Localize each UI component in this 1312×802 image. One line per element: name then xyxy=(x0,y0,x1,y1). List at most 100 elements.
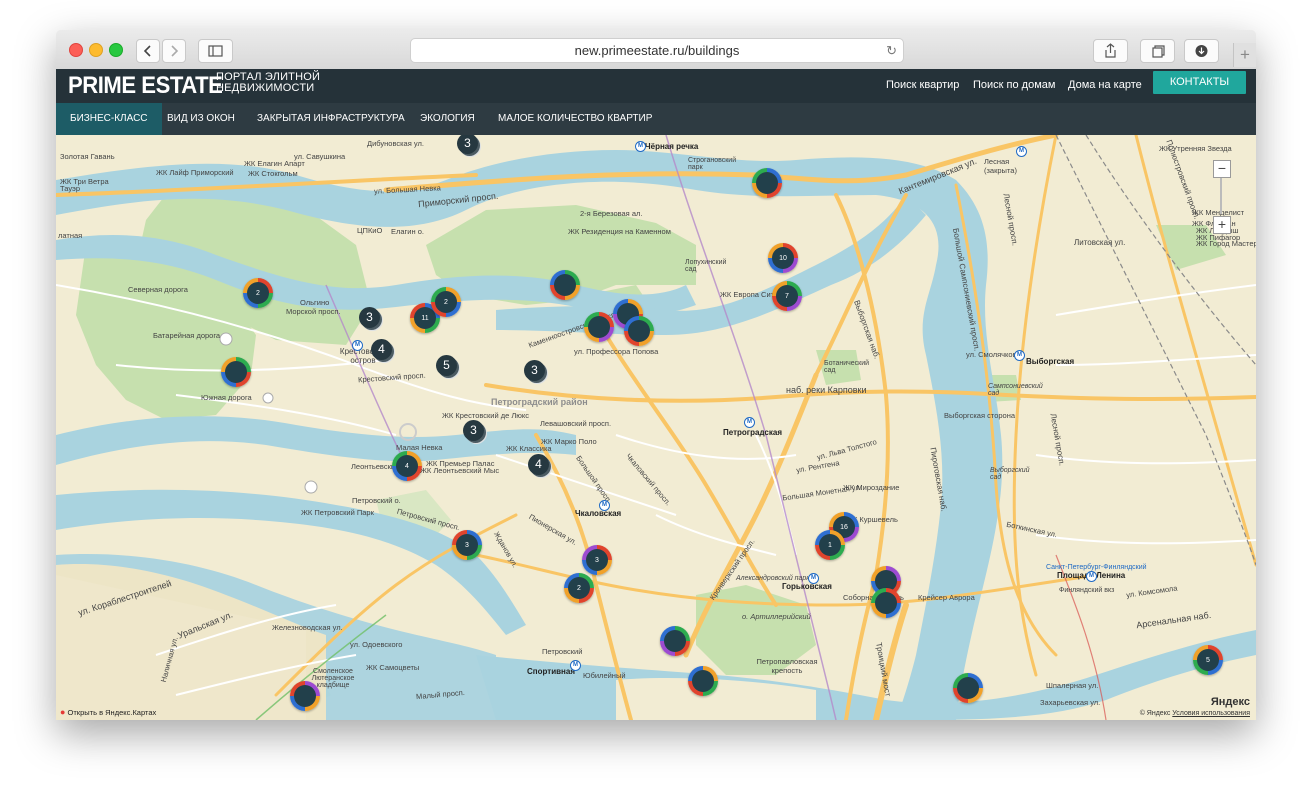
forward-button[interactable] xyxy=(162,39,186,63)
zoom-window-button[interactable] xyxy=(109,43,123,57)
building-marker[interactable]: 3 xyxy=(452,530,482,560)
site-tagline: ПОРТАЛ ЭЛИТНОЙ НЕДВИЖИМОСТИ xyxy=(216,71,321,94)
building-cluster[interactable]: 5 xyxy=(436,355,457,376)
back-button[interactable] xyxy=(136,39,160,63)
map-label: ЖК Резиденция на Каменном xyxy=(568,227,671,236)
nav-apartment-search[interactable]: Поиск квартир xyxy=(886,79,959,91)
building-marker[interactable] xyxy=(688,666,718,696)
map-label: ЖК Самоцветы xyxy=(366,663,420,672)
building-marker[interactable]: 7 xyxy=(772,281,802,311)
map-label: Батарейная дорога xyxy=(153,331,221,340)
building-marker[interactable] xyxy=(660,626,690,656)
building-marker[interactable] xyxy=(584,312,614,342)
building-cluster[interactable]: 4 xyxy=(371,339,392,360)
building-marker[interactable] xyxy=(550,270,580,300)
map-base xyxy=(56,135,1256,720)
marker-count: 3 xyxy=(456,534,478,556)
map-label: Санкт-Петербург-Финляндский xyxy=(1046,564,1147,571)
map-label: ЖК Мироздание xyxy=(843,483,900,492)
map-label: Ботанический сад xyxy=(824,360,870,374)
site-logo[interactable]: PRIME ESTATE xyxy=(68,71,223,101)
share-icon xyxy=(1105,43,1116,58)
tabs-overview-button[interactable] xyxy=(1140,39,1175,63)
metro-label: Петроградская xyxy=(723,428,782,437)
share-button[interactable] xyxy=(1093,39,1128,63)
map-label: Юбилейный xyxy=(583,671,626,680)
building-cluster[interactable]: 3 xyxy=(359,307,380,328)
map-canvas[interactable]: Золотая Гавань ул. Савушкина ЖК Елагин А… xyxy=(56,135,1256,720)
tab-closed-infrastructure[interactable]: ЗАКРЫТАЯ ИНФРАСТРУКТУРА xyxy=(257,103,405,135)
building-marker[interactable]: 1 xyxy=(815,530,845,560)
metro-label: Выборгская xyxy=(1026,357,1075,366)
zoom-in-button[interactable]: + xyxy=(1213,216,1231,234)
metro-icon: M xyxy=(352,340,363,351)
map-label: ЖК Европа Сити xyxy=(720,290,779,299)
marker-count xyxy=(957,677,979,699)
nav-building-search[interactable]: Поиск по домам xyxy=(973,79,1055,91)
map-label: Тауэр xyxy=(60,184,80,193)
map-pin-icon: ● xyxy=(60,707,66,717)
contacts-button[interactable]: КОНТАКТЫ xyxy=(1153,71,1246,94)
metro-icon: M xyxy=(1086,571,1097,582)
map-label: ЦПКиО xyxy=(357,226,383,235)
building-marker[interactable]: 4 xyxy=(392,451,422,481)
browser-titlebar: new.primeestate.ru/buildings ↻ + xyxy=(56,30,1256,70)
map-label: ул. Профессора Попова xyxy=(574,347,659,356)
zoom-slider[interactable] xyxy=(1220,178,1222,214)
marker-count: 2 xyxy=(435,291,457,313)
new-tab-button[interactable]: + xyxy=(1233,43,1256,67)
marker-count xyxy=(664,630,686,652)
map-label: Выборгская сторона xyxy=(944,411,1016,420)
marker-count: 2 xyxy=(247,282,269,304)
building-marker[interactable]: 5 xyxy=(1193,645,1223,675)
building-marker[interactable]: 2 xyxy=(431,287,461,317)
map-label: ЖК Лайф Приморский xyxy=(156,168,234,177)
marker-count xyxy=(588,316,610,338)
tab-few-apartments[interactable]: МАЛОЕ КОЛИЧЕСТВО КВАРТИР xyxy=(498,103,652,135)
nav-map[interactable]: Дома на карте xyxy=(1068,79,1142,91)
open-in-yandex-link[interactable]: ● Открыть в Яндекс.Картах xyxy=(60,707,156,717)
terms-link[interactable]: Условия использования xyxy=(1172,710,1250,717)
tab-window-view[interactable]: ВИД ИЗ ОКОН xyxy=(167,103,235,135)
marker-count xyxy=(554,274,576,296)
building-marker[interactable]: 2 xyxy=(564,573,594,603)
map-label: ЖК Леонтьевский Мыс xyxy=(420,466,500,475)
marker-count: 3 xyxy=(586,549,608,571)
reload-icon[interactable]: ↻ xyxy=(886,39,897,62)
yandex-logo: Яндекс xyxy=(1210,696,1250,708)
building-marker[interactable] xyxy=(624,316,654,346)
map-label: Смоленское Лютеранское кладбище xyxy=(311,668,355,689)
map-label: ул. Смолячкова xyxy=(966,350,1021,359)
building-marker[interactable]: 2 xyxy=(243,278,273,308)
marker-count xyxy=(756,172,778,194)
map-label: Левашовский просп. xyxy=(540,419,612,428)
download-icon xyxy=(1195,45,1208,57)
downloads-button[interactable] xyxy=(1184,39,1219,63)
building-marker[interactable]: 10 xyxy=(768,243,798,273)
marker-count: 5 xyxy=(1197,649,1219,671)
building-marker[interactable] xyxy=(752,168,782,198)
building-marker[interactable] xyxy=(953,673,983,703)
sidebar-toggle-button[interactable] xyxy=(198,39,233,63)
building-marker[interactable]: 3 xyxy=(582,545,612,575)
metro-icon: M xyxy=(744,417,755,428)
building-cluster[interactable]: 3 xyxy=(524,360,545,381)
map-label: Петропавловская крепость xyxy=(756,657,818,675)
tab-business-class[interactable]: БИЗНЕС-КЛАСС xyxy=(56,103,162,135)
metro-icon: M xyxy=(635,141,646,152)
building-marker[interactable] xyxy=(871,588,901,618)
building-marker[interactable] xyxy=(221,357,251,387)
minimize-window-button[interactable] xyxy=(89,43,103,57)
map-label: Крейсер Аврора xyxy=(918,593,975,602)
map-label: Шпалерная ул. xyxy=(1046,681,1099,690)
map-label: Южная дорога xyxy=(201,393,252,402)
metro-icon: M xyxy=(570,660,581,671)
close-window-button[interactable] xyxy=(69,43,83,57)
site-header: PRIME ESTATE ПОРТАЛ ЭЛИТНОЙ НЕДВИЖИМОСТИ… xyxy=(56,69,1256,103)
tab-ecology[interactable]: ЭКОЛОГИЯ xyxy=(420,103,475,135)
zoom-out-button[interactable]: − xyxy=(1213,160,1231,178)
map-label: ЖК Крестовский де Люкс xyxy=(442,411,530,420)
building-cluster[interactable]: 4 xyxy=(528,454,549,475)
building-cluster[interactable]: 3 xyxy=(463,420,484,441)
address-bar[interactable]: new.primeestate.ru/buildings ↻ xyxy=(410,38,904,63)
